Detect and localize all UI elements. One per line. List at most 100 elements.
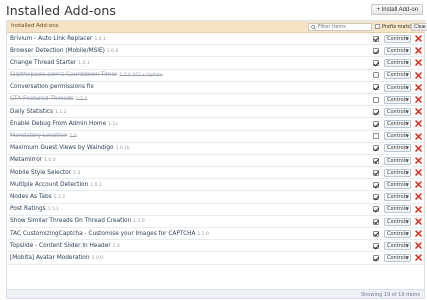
addon-title-link[interactable]: Metamirror 1.0.0 <box>10 157 56 163</box>
delete-x-icon[interactable] <box>415 242 422 249</box>
delete-x-icon[interactable] <box>415 144 422 152</box>
delete-x-icon[interactable] <box>415 47 422 54</box>
delete-x-icon[interactable] <box>415 157 422 164</box>
delete-x-icon[interactable] <box>415 205 422 213</box>
addon-enabled-checkbox[interactable] <box>373 133 379 140</box>
addon-title-link[interactable]: TAC CustomizingCaptcha - Customise your … <box>10 231 209 237</box>
delete-x-icon[interactable] <box>415 193 422 201</box>
addon-enabled-checkbox[interactable] <box>373 194 379 201</box>
addon-enabled-checkbox[interactable] <box>373 60 379 67</box>
controls-dropdown[interactable]: Controls ▼ <box>384 59 411 68</box>
controls-dropdown[interactable]: Controls ▼ <box>384 181 411 190</box>
controls-dropdown[interactable]: Controls ▼ <box>384 71 411 80</box>
controls-dropdown[interactable]: Controls ▼ <box>384 241 411 250</box>
addon-title-link[interactable]: Daily Statistics 1.1.2 <box>10 109 66 115</box>
addon-title-link[interactable]: Topslide - Content Slider In Header 2.0 <box>10 243 120 249</box>
addon-enabled-checkbox[interactable] <box>373 72 379 79</box>
addon-name[interactable]: Show Similar Threads On Thread Creation <box>10 218 131 224</box>
delete-x-icon[interactable] <box>415 120 422 128</box>
addon-name[interactable]: Topslide - Content Slider In Header <box>10 243 111 249</box>
addon-name[interactable]: [Mobita] Avatar Moderation <box>10 255 90 261</box>
controls-dropdown[interactable]: Controls ▼ <box>384 46 411 55</box>
addon-enabled-checkbox[interactable] <box>373 181 379 188</box>
delete-x-icon[interactable] <box>415 169 422 176</box>
filter-field[interactable] <box>308 22 372 31</box>
controls-dropdown[interactable]: Controls ▼ <box>384 254 411 263</box>
addon-enabled-checkbox[interactable] <box>373 169 379 176</box>
addon-title-link[interactable]: Multiple Account Detection 1.0.1 <box>10 182 102 188</box>
addon-name[interactable]: TAC CustomizingCaptcha - Customise your … <box>10 231 195 237</box>
filter-input[interactable] <box>318 23 370 30</box>
delete-x-icon[interactable] <box>415 35 422 42</box>
addon-name[interactable]: Conversation permissions fix <box>10 84 94 90</box>
addon-title-link[interactable]: CTA Featured Threads 1.2.3 <box>10 96 87 102</box>
addon-name[interactable]: Nodes As Tabs <box>10 194 52 200</box>
addon-enabled-checkbox[interactable] <box>373 96 379 103</box>
addon-title-link[interactable]: Mobile Style Selector 1.3 <box>10 170 80 176</box>
addon-title-link[interactable]: Mandatory Location 1.0 <box>10 133 77 139</box>
addon-name[interactable]: CTA Featured Threads <box>10 96 74 102</box>
addon-enabled-checkbox[interactable] <box>373 230 379 237</box>
controls-dropdown[interactable]: Controls ▼ <box>384 95 411 104</box>
addon-enabled-checkbox[interactable] <box>373 108 379 115</box>
controls-dropdown[interactable]: Controls ▼ <box>384 168 411 177</box>
addon-title-link[interactable]: Show Similar Threads On Thread Creation 1… <box>10 218 145 224</box>
controls-dropdown[interactable]: Controls ▼ <box>384 107 411 116</box>
addon-name[interactable]: Mobile Style Selector <box>10 170 71 176</box>
addon-name[interactable]: Multiple Account Detection <box>10 182 88 188</box>
controls-dropdown[interactable]: Controls ▼ <box>384 34 411 43</box>
delete-x-icon[interactable] <box>415 71 422 79</box>
delete-x-icon[interactable] <box>415 96 422 103</box>
addon-name[interactable]: Change Thread Starter <box>10 60 76 66</box>
addon-title-link[interactable]: Browser Detection (Mobile/MSIE) 1.0.0 <box>10 48 118 54</box>
controls-dropdown[interactable]: Controls ▼ <box>384 229 411 238</box>
controls-dropdown[interactable]: Controls ▼ <box>384 193 411 202</box>
addon-title-link[interactable]: Maximum Guest Views by Waindigo 1.0.1b <box>10 145 130 151</box>
addon-enabled-checkbox[interactable] <box>373 206 379 213</box>
addon-enabled-checkbox[interactable] <box>373 145 379 152</box>
controls-dropdown[interactable]: Controls ▼ <box>384 205 411 214</box>
delete-x-icon[interactable] <box>415 108 422 115</box>
addon-enabled-checkbox[interactable] <box>373 218 379 225</box>
clear-filter-button[interactable]: Clear <box>411 23 427 31</box>
addon-name[interactable]: Post Ratings <box>10 206 46 212</box>
delete-x-icon[interactable] <box>415 132 422 140</box>
addon-name[interactable]: Metamirror <box>10 157 42 163</box>
addon-title-link[interactable]: Brivium - Auto Link Replacer 1.4.1 <box>10 36 106 42</box>
delete-x-icon[interactable] <box>415 59 422 67</box>
delete-x-icon[interactable] <box>415 230 422 237</box>
addon-title-link[interactable]: Enable Debug From Admin Home 1.1a <box>10 121 118 127</box>
addon-title-link[interactable]: Change Thread Starter 1.0.1 <box>10 60 90 66</box>
prefix-match-checkbox[interactable] <box>375 24 380 29</box>
install-addon-button[interactable]: + Install Add-on <box>371 4 423 15</box>
addon-name[interactable]: Mandatory Location <box>10 133 67 139</box>
addon-name[interactable]: Browser Detection (Mobile/MSIE) <box>10 48 105 54</box>
delete-x-icon[interactable] <box>415 181 422 189</box>
addon-title-link[interactable]: [Mobita] Avatar Moderation 1.0.0 <box>10 255 103 261</box>
controls-dropdown[interactable]: Controls ▼ <box>384 120 411 129</box>
addon-name[interactable]: Daily Statistics <box>10 109 53 115</box>
addon-title-link[interactable]: Clipthepaws.com's Countdown Timer 1.0.4 X… <box>10 72 163 78</box>
addon-enabled-checkbox[interactable] <box>373 121 379 127</box>
addon-title-link[interactable]: Conversation permissions fix <box>10 84 96 90</box>
delete-x-icon[interactable] <box>415 254 422 262</box>
addon-title-link[interactable]: Post Ratings 1.5.1 <box>10 206 59 212</box>
addon-enabled-checkbox[interactable] <box>373 157 379 164</box>
controls-dropdown[interactable]: Controls ▼ <box>384 132 411 141</box>
addon-name[interactable]: Clipthepaws.com's Countdown Timer <box>10 72 117 78</box>
delete-x-icon[interactable] <box>415 83 422 91</box>
controls-dropdown[interactable]: Controls ▼ <box>384 217 411 226</box>
addon-title-link[interactable]: Nodes As Tabs 1.2.2 <box>10 194 65 200</box>
delete-x-icon[interactable] <box>415 218 422 225</box>
addon-name[interactable]: Brivium - Auto Link Replacer <box>10 36 92 42</box>
addon-name[interactable]: Maximum Guest Views by Waindigo <box>10 145 114 151</box>
addon-enabled-checkbox[interactable] <box>373 242 379 249</box>
addon-name[interactable]: Enable Debug From Admin Home <box>10 121 106 127</box>
addon-enabled-checkbox[interactable] <box>373 255 379 262</box>
controls-dropdown[interactable]: Controls ▼ <box>384 144 411 153</box>
addon-enabled-checkbox[interactable] <box>373 84 379 91</box>
addon-enabled-checkbox[interactable] <box>373 47 379 54</box>
controls-dropdown[interactable]: Controls ▼ <box>384 83 411 92</box>
controls-dropdown[interactable]: Controls ▼ <box>384 156 411 165</box>
addon-enabled-checkbox[interactable] <box>373 35 379 42</box>
